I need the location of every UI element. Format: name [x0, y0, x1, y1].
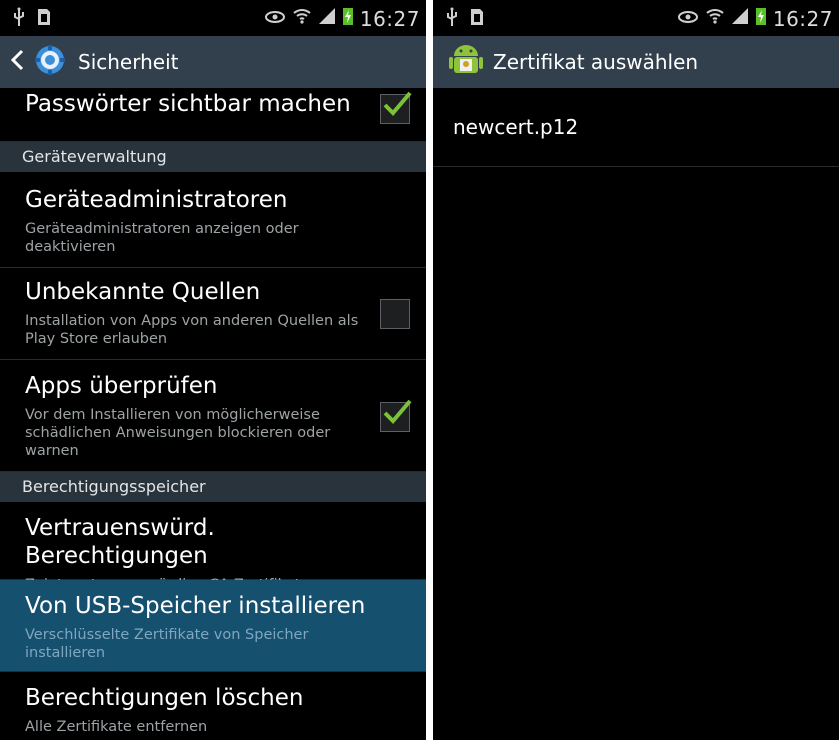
- status-bar: 16:27: [0, 0, 426, 36]
- eye-icon: [677, 8, 699, 30]
- settings-screen-security: 16:27 Sicherheit Passwörter sichtbar mac…: [0, 0, 426, 740]
- certificate-file-list: newcert.p12: [433, 88, 839, 740]
- sd-card-icon: [469, 7, 485, 32]
- settings-gear-icon: [32, 42, 68, 82]
- file-name: newcert.p12: [453, 115, 579, 139]
- page-title: Zertifikat auswählen: [493, 50, 699, 74]
- setting-trusted-credentials[interactable]: Vertrauenswürd. Berechtigungen Zeigt ver…: [0, 502, 426, 593]
- certificate-picker-screen: 16:27 Zertifikat auswählen newcert.p12: [433, 0, 839, 740]
- setting-subtitle: Verschlüsselte Zertifikate von Speicher …: [25, 627, 309, 661]
- checkbox-unknown-sources[interactable]: [380, 299, 410, 329]
- checkbox-show-passwords[interactable]: [380, 91, 412, 124]
- setting-subtitle: Installation von Apps von anderen Quelle…: [25, 313, 359, 347]
- setting-title: Geräteadministratoren: [25, 187, 288, 213]
- wifi-icon: [705, 6, 725, 31]
- setting-title: Passwörter sichtbar machen: [25, 91, 351, 117]
- action-bar: Sicherheit: [0, 36, 426, 88]
- section-header-credential-storage: Berechtigungsspeicher: [0, 472, 426, 502]
- list-item-certificate-file[interactable]: newcert.p12: [433, 88, 839, 167]
- setting-clear-credentials[interactable]: Berechtigungen löschen Alle Zertifikate …: [0, 672, 426, 740]
- battery-charging-icon: [755, 6, 767, 31]
- setting-install-from-usb[interactable]: Von USB-Speicher installieren Verschlüss…: [0, 580, 426, 672]
- checkbox-verify-apps[interactable]: [380, 399, 412, 432]
- setting-device-admins[interactable]: Geräteadministratoren Geräteadministrato…: [0, 172, 426, 268]
- status-bar: 16:27: [433, 0, 839, 36]
- page-title: Sicherheit: [78, 50, 179, 74]
- sd-card-icon: [36, 7, 52, 32]
- setting-verify-apps[interactable]: Apps überprüfen Vor dem Installieren von…: [0, 360, 426, 472]
- usb-icon: [445, 7, 459, 32]
- signal-icon: [731, 7, 749, 30]
- setting-subtitle: Vor dem Installieren von möglicherweise …: [25, 407, 331, 459]
- setting-title: Berechtigungen löschen: [25, 685, 304, 711]
- wifi-icon: [292, 6, 312, 31]
- signal-icon: [318, 7, 336, 30]
- android-certificate-icon: [449, 42, 483, 82]
- setting-title: Von USB-Speicher installieren: [25, 593, 366, 619]
- section-header-device-admin: Geräteverwaltung: [0, 142, 426, 172]
- setting-title: Unbekannte Quellen: [25, 279, 261, 305]
- setting-title: Vertrauenswürd. Berechtigungen: [25, 515, 215, 569]
- setting-title: Apps überprüfen: [25, 373, 218, 399]
- action-bar: Zertifikat auswählen: [433, 36, 839, 88]
- setting-subtitle: Alle Zertifikate entfernen: [25, 719, 208, 735]
- settings-list: Passwörter sichtbar machen Geräteverwalt…: [0, 88, 426, 740]
- setting-subtitle: Geräteadministratoren anzeigen oder deak…: [25, 221, 299, 255]
- usb-icon: [12, 7, 26, 32]
- clock: 16:27: [359, 6, 420, 31]
- back-icon[interactable]: [10, 49, 24, 75]
- setting-unknown-sources[interactable]: Unbekannte Quellen Installation von Apps…: [0, 268, 426, 360]
- eye-icon: [264, 8, 286, 30]
- battery-charging-icon: [342, 6, 354, 31]
- clock: 16:27: [772, 6, 833, 31]
- setting-show-passwords[interactable]: Passwörter sichtbar machen: [0, 90, 426, 142]
